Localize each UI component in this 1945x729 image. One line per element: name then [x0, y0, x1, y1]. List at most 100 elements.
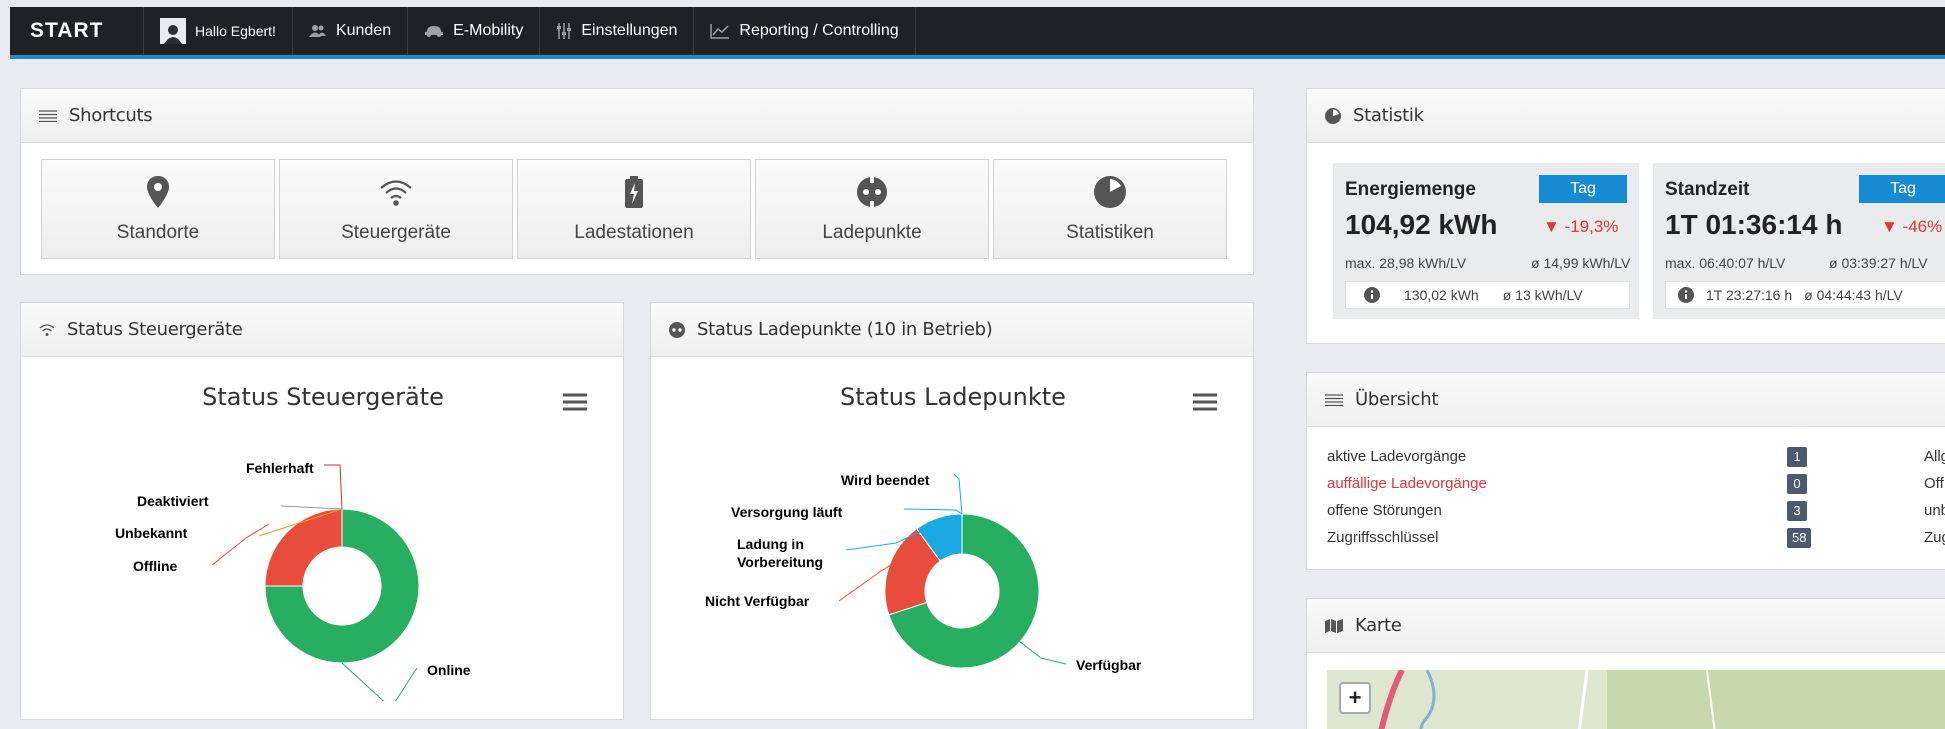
period-button[interactable]: Tag — [1859, 175, 1945, 203]
overview-label-auffaellige[interactable]: auffällige Ladevorgänge — [1327, 475, 1487, 492]
overview-right-label[interactable]: Allg — [1924, 448, 1945, 465]
period-button[interactable]: Tag — [1539, 175, 1627, 203]
uebersicht-panel: Übersicht aktive Ladevorgänge 1 Allg auf… — [1306, 372, 1945, 570]
stat-name: Energiemenge — [1345, 179, 1476, 200]
stat-avg: ø 14,99 kWh/LV — [1531, 255, 1631, 271]
shortcut-label: Standorte — [116, 222, 200, 243]
overview-label-schluessel[interactable]: Zugriffsschlüssel — [1327, 529, 1438, 546]
status-steuergeraete-panel: Status Steuergeräte Status Steuergeräte … — [20, 302, 624, 720]
leader-line-deaktiviert — [280, 505, 343, 510]
count-badge: 58 — [1787, 528, 1812, 548]
slice-offline[interactable] — [264, 508, 343, 587]
plug-icon — [857, 177, 887, 207]
stat-max: max. 28,98 kWh/LV — [1345, 255, 1467, 271]
shortcut-steuergeraete[interactable]: Steuergeräte — [279, 159, 513, 259]
stat-reference: 130,02 kWh ø 13 kWh/LV — [1345, 281, 1630, 309]
pie-chart-icon — [1325, 107, 1341, 124]
panel-header: Statistik — [1307, 89, 1945, 143]
plug-icon — [669, 321, 685, 338]
label-ladung-vorbereitung: Ladung in Vorbereitung — [737, 536, 824, 570]
user-menu[interactable]: Hallo Egbert! — [144, 7, 293, 55]
ref-avg: ø 04:44:43 h/LV — [1804, 287, 1903, 303]
nav-label: Einstellungen — [581, 22, 678, 39]
info-icon[interactable] — [1678, 287, 1694, 303]
label-unbekannt: Unbekannt — [115, 525, 188, 541]
sliders-icon — [557, 23, 572, 39]
karte-panel: Karte + — [1306, 598, 1945, 729]
overview-label-aktive[interactable]: aktive Ladevorgänge — [1327, 448, 1466, 465]
panel-title: Shortcuts — [69, 105, 153, 126]
label-deaktiviert: Deaktiviert — [137, 493, 209, 509]
panel-title: Statistik — [1353, 105, 1424, 126]
label-verfuegbar: Verfügbar — [1076, 657, 1142, 673]
map-marker-icon — [147, 176, 169, 208]
list-icon — [1325, 393, 1343, 406]
shortcut-label: Ladepunkte — [822, 222, 922, 243]
nav-item-e-mobility[interactable]: E-Mobility — [408, 7, 541, 55]
panel-header: Status Ladepunkte (10 in Betrieb) — [651, 303, 1253, 357]
ref-total: 130,02 kWh — [1404, 287, 1479, 303]
leader-line-wird-beendet — [953, 473, 963, 515]
overview-right-label[interactable]: Off — [1924, 475, 1944, 492]
ref-avg: ø 13 kWh/LV — [1502, 287, 1583, 303]
leader-line-versorgung-l-uft — [903, 508, 963, 515]
label-fehlerhaft: Fehlerhaft — [246, 460, 314, 476]
label-offline: Offline — [133, 558, 178, 574]
stat-reference: 1T 23:27:16 h ø 04:44:43 h/LV — [1665, 281, 1945, 309]
count-badge: 1 — [1787, 447, 1807, 467]
stat-value: 1T 01:36:14 h — [1665, 209, 1843, 240]
panel-header: Übersicht — [1307, 373, 1945, 427]
list-icon — [39, 109, 57, 122]
nav-item-reporting[interactable]: Reporting / Controlling — [694, 7, 916, 55]
panel-header: Karte — [1307, 599, 1945, 653]
map-tiles — [1327, 670, 1945, 729]
nav-item-einstellungen[interactable]: Einstellungen — [540, 7, 695, 55]
status-steuergeraete-chart: Status Steuergeräte Fehlerhaft Deaktivie… — [41, 373, 605, 701]
nav-label: E-Mobility — [453, 22, 524, 39]
ref-total: 1T 23:27:16 h — [1706, 287, 1793, 303]
map-view[interactable]: + — [1327, 670, 1945, 729]
panel-title: Status Ladepunkte (10 in Betrieb) — [697, 319, 993, 340]
app-logo[interactable]: START — [10, 7, 144, 55]
wifi-icon — [39, 323, 55, 336]
stat-energiemenge: Energiemenge Tag 104,92 kWh ▼ -19,3% max… — [1333, 163, 1639, 319]
overview-label-stoerungen[interactable]: offene Störungen — [1327, 502, 1442, 519]
shortcut-ladestationen[interactable]: Ladestationen — [517, 159, 751, 259]
main-navigation: START Hallo Egbert! Kunden E-Mobility Ei… — [10, 7, 1945, 59]
info-icon[interactable] — [1364, 287, 1380, 303]
panel-header: Status Steuergeräte — [21, 303, 623, 357]
shortcut-ladepunkte[interactable]: Ladepunkte — [755, 159, 989, 259]
count-badge: 3 — [1787, 501, 1807, 521]
shortcut-label: Statistiken — [1066, 222, 1154, 243]
shortcuts-panel: Shortcuts Standorte Steuergeräte Ladesta… — [20, 88, 1254, 275]
zoom-in-button[interactable]: + — [1339, 682, 1371, 714]
wifi-icon — [380, 180, 412, 206]
battery-charging-icon — [625, 176, 643, 208]
stat-max: max. 06:40:07 h/LV — [1665, 255, 1786, 271]
leader-line-verf-gbar — [1018, 640, 1067, 665]
overview-right-label[interactable]: unb — [1924, 502, 1945, 519]
stat-name: Standzeit — [1665, 179, 1750, 200]
label-versorgung-laeuft: Versorgung läuft — [731, 504, 843, 520]
count-badge: 0 — [1787, 474, 1807, 494]
panel-title: Karte — [1355, 615, 1402, 636]
shortcut-standorte[interactable]: Standorte — [41, 159, 275, 259]
users-icon — [308, 25, 326, 37]
shortcut-label: Steuergeräte — [341, 222, 451, 243]
leader-line-offline — [211, 523, 270, 566]
nav-label: Reporting / Controlling — [739, 22, 899, 39]
label-online: Online — [427, 662, 471, 678]
top-bar: START Hallo Egbert! Kunden E-Mobility Ei… — [0, 0, 1945, 60]
status-ladepunkte-chart: Status Ladepunkte Wird beendet Versorgun… — [671, 373, 1235, 701]
nav-item-kunden[interactable]: Kunden — [293, 7, 409, 55]
panel-header: Shortcuts — [21, 89, 1253, 143]
shortcut-statistiken[interactable]: Statistiken — [993, 159, 1227, 259]
status-ladepunkte-panel: Status Ladepunkte (10 in Betrieb) Status… — [650, 302, 1254, 720]
car-icon — [425, 26, 444, 37]
overview-right-label[interactable]: Zug — [1924, 529, 1945, 546]
leader-line-online — [341, 662, 418, 701]
nav-label: Kunden — [335, 22, 392, 39]
pie-chart-icon — [1094, 176, 1126, 208]
user-avatar-icon — [160, 18, 186, 44]
line-chart-icon — [710, 24, 730, 39]
